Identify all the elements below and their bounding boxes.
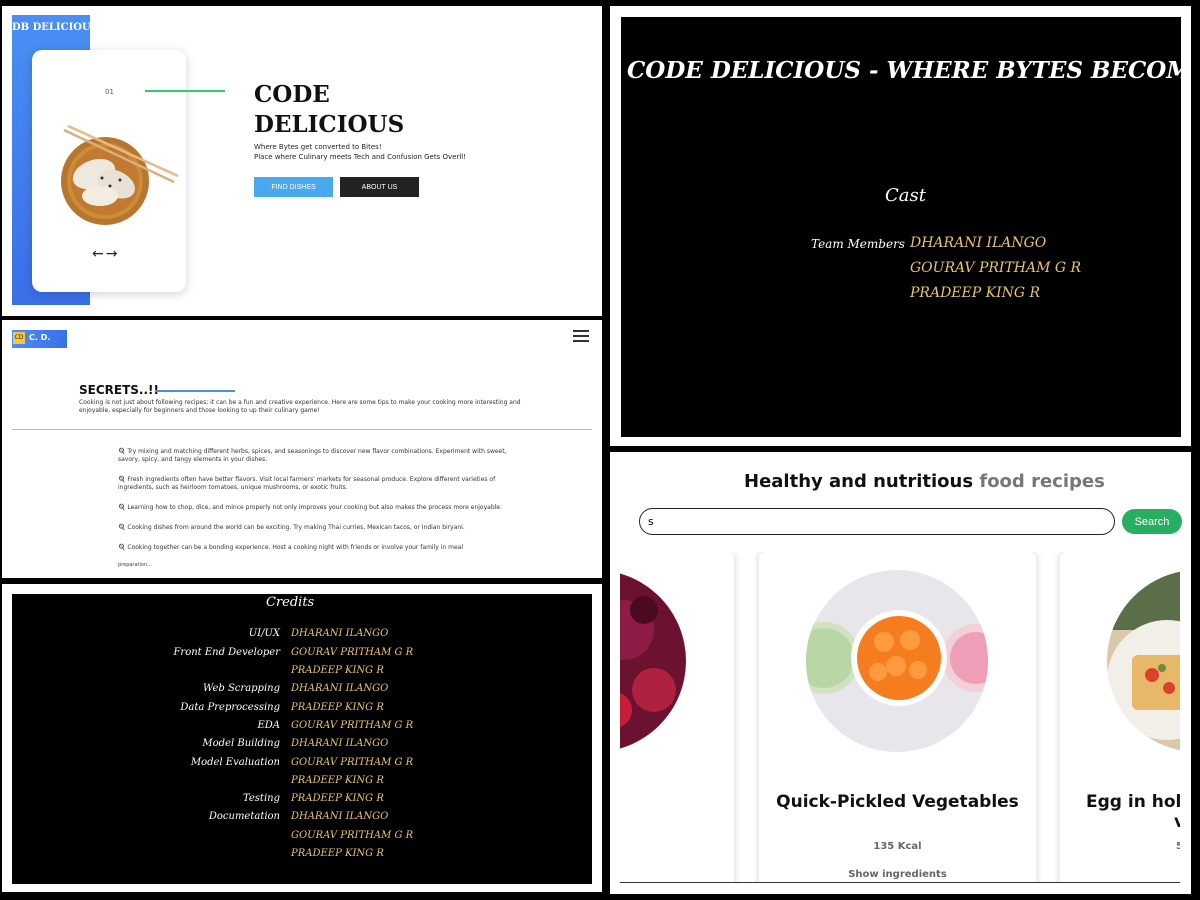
cast-screen: CODE DELICIOUS - WHERE BYTES BECOME BITE…	[621, 17, 1191, 437]
recipe-card[interactable]: etables	[620, 552, 734, 882]
cast-banner: CODE DELICIOUS - WHERE BYTES BECOME BITE…	[627, 57, 1191, 84]
secrets-panel: CD C. D. SECRETS..!! Cooking is not just…	[2, 320, 602, 578]
credit-role: Web Scrapping	[203, 683, 280, 694]
credit-name: PRADEEP KING R	[291, 793, 384, 804]
credit-name: GOURAV PRITHAM G R	[291, 830, 414, 841]
tip-continuation: preparation...	[118, 562, 152, 568]
hero-title-line-2: DELICIOUS	[254, 111, 405, 138]
recipes-panel: Healthy and nutritious food recipes Sear…	[610, 452, 1191, 894]
credit-name: DHARANI ILANGO	[291, 811, 389, 822]
credit-name: PRADEEP KING R	[291, 702, 384, 713]
recipe-name: Egg in hole veg	[1060, 792, 1180, 832]
credits-panel: Credits UI/UX DHARANI ILANGO Front End De…	[2, 584, 602, 892]
credit-name: PRADEEP KING R	[291, 848, 384, 859]
site-logo[interactable]: CD C. D.	[12, 330, 67, 348]
cast-member: DHARANI ILANGO	[910, 235, 1047, 251]
credit-name: PRADEEP KING R	[291, 665, 384, 676]
about-us-button[interactable]: ABOUT US	[340, 177, 419, 197]
credit-role: Testing	[242, 793, 280, 804]
recipes-title-accent: food recipes	[979, 471, 1105, 492]
search-button[interactable]: Search	[1122, 509, 1182, 534]
credit-name: PRADEEP KING R	[291, 775, 384, 786]
credit-row: Documetation DHARANI ILANGO	[12, 811, 592, 829]
credits-heading: Credits	[266, 595, 315, 610]
logo-text: C. D.	[29, 333, 51, 342]
recipe-name: Quick-Pickled Vegetables	[776, 792, 1019, 812]
credit-name: GOURAV PRITHAM G R	[291, 647, 414, 658]
brand-logo-text[interactable]: DB DELICIOUS	[12, 22, 98, 33]
credit-row: GOURAV PRITHAM G R	[12, 830, 592, 848]
divider	[12, 429, 592, 430]
credit-name: DHARANI ILANGO	[291, 628, 389, 639]
recipe-name: etables	[620, 808, 734, 828]
recipe-name-line-1: Egg in hole	[1086, 792, 1180, 812]
hero-panel: DB DELICIOUS 01 CODE DELICIOUS Where Byt…	[2, 6, 602, 316]
recipes-title: Healthy and nutritious food recipes	[744, 471, 1105, 492]
recipe-image	[620, 570, 686, 752]
credit-name: GOURAV PRITHAM G R	[291, 720, 414, 731]
credits-screen: Credits UI/UX DHARANI ILANGO Front End De…	[12, 594, 592, 884]
credit-row: Model Building DHARANI ILANGO	[12, 738, 592, 756]
tip-item: 🍳 Cooking together can be a bonding expe…	[118, 544, 463, 551]
recipe-card[interactable]: Egg in hole veg 5	[1060, 552, 1180, 882]
credit-role: Model Building	[202, 738, 280, 749]
hero-subtitle-line-1: Where Bytes get converted to Bites!	[254, 143, 382, 151]
recipe-card[interactable]: Quick-Pickled Vegetables 135 Kcal Show i…	[759, 552, 1036, 882]
cast-heading: Cast	[885, 185, 926, 206]
secrets-heading: SECRETS..!!	[79, 383, 159, 397]
logo-mark: CD	[13, 332, 25, 344]
recipes-title-main: Healthy and nutritious	[744, 471, 974, 492]
recipe-search-input[interactable]	[639, 508, 1115, 535]
credit-row: Web Scrapping DHARANI ILANGO	[12, 683, 592, 701]
hero-title-line-1: CODE	[254, 81, 330, 108]
credit-role: Model Evaluation	[190, 757, 280, 768]
team-members-label: Team Members	[811, 237, 905, 251]
credit-role: UI/UX	[248, 628, 280, 639]
credit-row: Front End Developer GOURAV PRITHAM G R	[12, 647, 592, 665]
credit-row: EDA GOURAV PRITHAM G R	[12, 720, 592, 738]
slide-number: 01	[105, 88, 114, 96]
tip-item: 🍳 Try mixing and matching different herb…	[118, 448, 507, 463]
credit-row: PRADEEP KING R	[12, 848, 592, 866]
tips-list: 🍳 Try mixing and matching different herb…	[118, 448, 508, 564]
recipe-kcal: 135 Kcal	[873, 841, 922, 852]
recipe-image	[1107, 570, 1180, 752]
credit-row: PRADEEP KING R	[12, 665, 592, 683]
slide-arrows-icon[interactable]: ←→	[92, 246, 119, 262]
credit-row: PRADEEP KING R	[12, 775, 592, 793]
credit-role: Data Preprocessing	[180, 702, 280, 713]
find-dishes-button[interactable]: FIND DISHES	[254, 177, 333, 197]
credit-role: Front End Developer	[173, 647, 280, 658]
credit-row: Model Evaluation GOURAV PRITHAM G R	[12, 757, 592, 775]
recipe-carousel[interactable]: etables Quick-Pickled Vegetables	[620, 552, 1180, 883]
credit-name: DHARANI ILANGO	[291, 738, 389, 749]
tip-item: 🍳 Learning how to chop, dice, and mince …	[118, 504, 502, 511]
credit-row: Testing PRADEEP KING R	[12, 793, 592, 811]
hero-subtitle-line-2: Place where Culinary meets Tech and Conf…	[254, 153, 467, 161]
accent-line	[145, 90, 225, 92]
hero-title: CODE DELICIOUS	[254, 80, 404, 140]
tip-item: 🍳 Fresh ingredients often have better fl…	[118, 476, 496, 491]
credit-row: Data Preprocessing PRADEEP KING R	[12, 702, 592, 720]
cast-member: PRADEEP KING R	[910, 285, 1041, 301]
cast-panel: CODE DELICIOUS - WHERE BYTES BECOME BITE…	[610, 6, 1191, 446]
show-ingredients-link[interactable]: Show ingredients	[759, 869, 1036, 880]
heading-underline	[155, 390, 235, 392]
credit-role: Documetation	[208, 811, 280, 822]
recipe-name-line-2: veg	[1086, 812, 1180, 832]
recipe-image	[806, 570, 988, 752]
credit-role: EDA	[257, 720, 280, 731]
hamburger-menu-icon[interactable]	[573, 330, 589, 342]
hero-subtitle: Where Bytes get converted to Bites! Plac…	[254, 142, 466, 162]
recipe-kcal: 5	[1060, 841, 1180, 852]
cast-member: GOURAV PRITHAM G R	[910, 260, 1082, 276]
credit-row: UI/UX DHARANI ILANGO	[12, 628, 592, 646]
secrets-intro: Cooking is not just about following reci…	[79, 399, 521, 414]
tip-item: 🍳 Cooking dishes from around the world c…	[118, 524, 465, 531]
credit-name: DHARANI ILANGO	[291, 683, 389, 694]
credit-name: GOURAV PRITHAM G R	[291, 757, 414, 768]
